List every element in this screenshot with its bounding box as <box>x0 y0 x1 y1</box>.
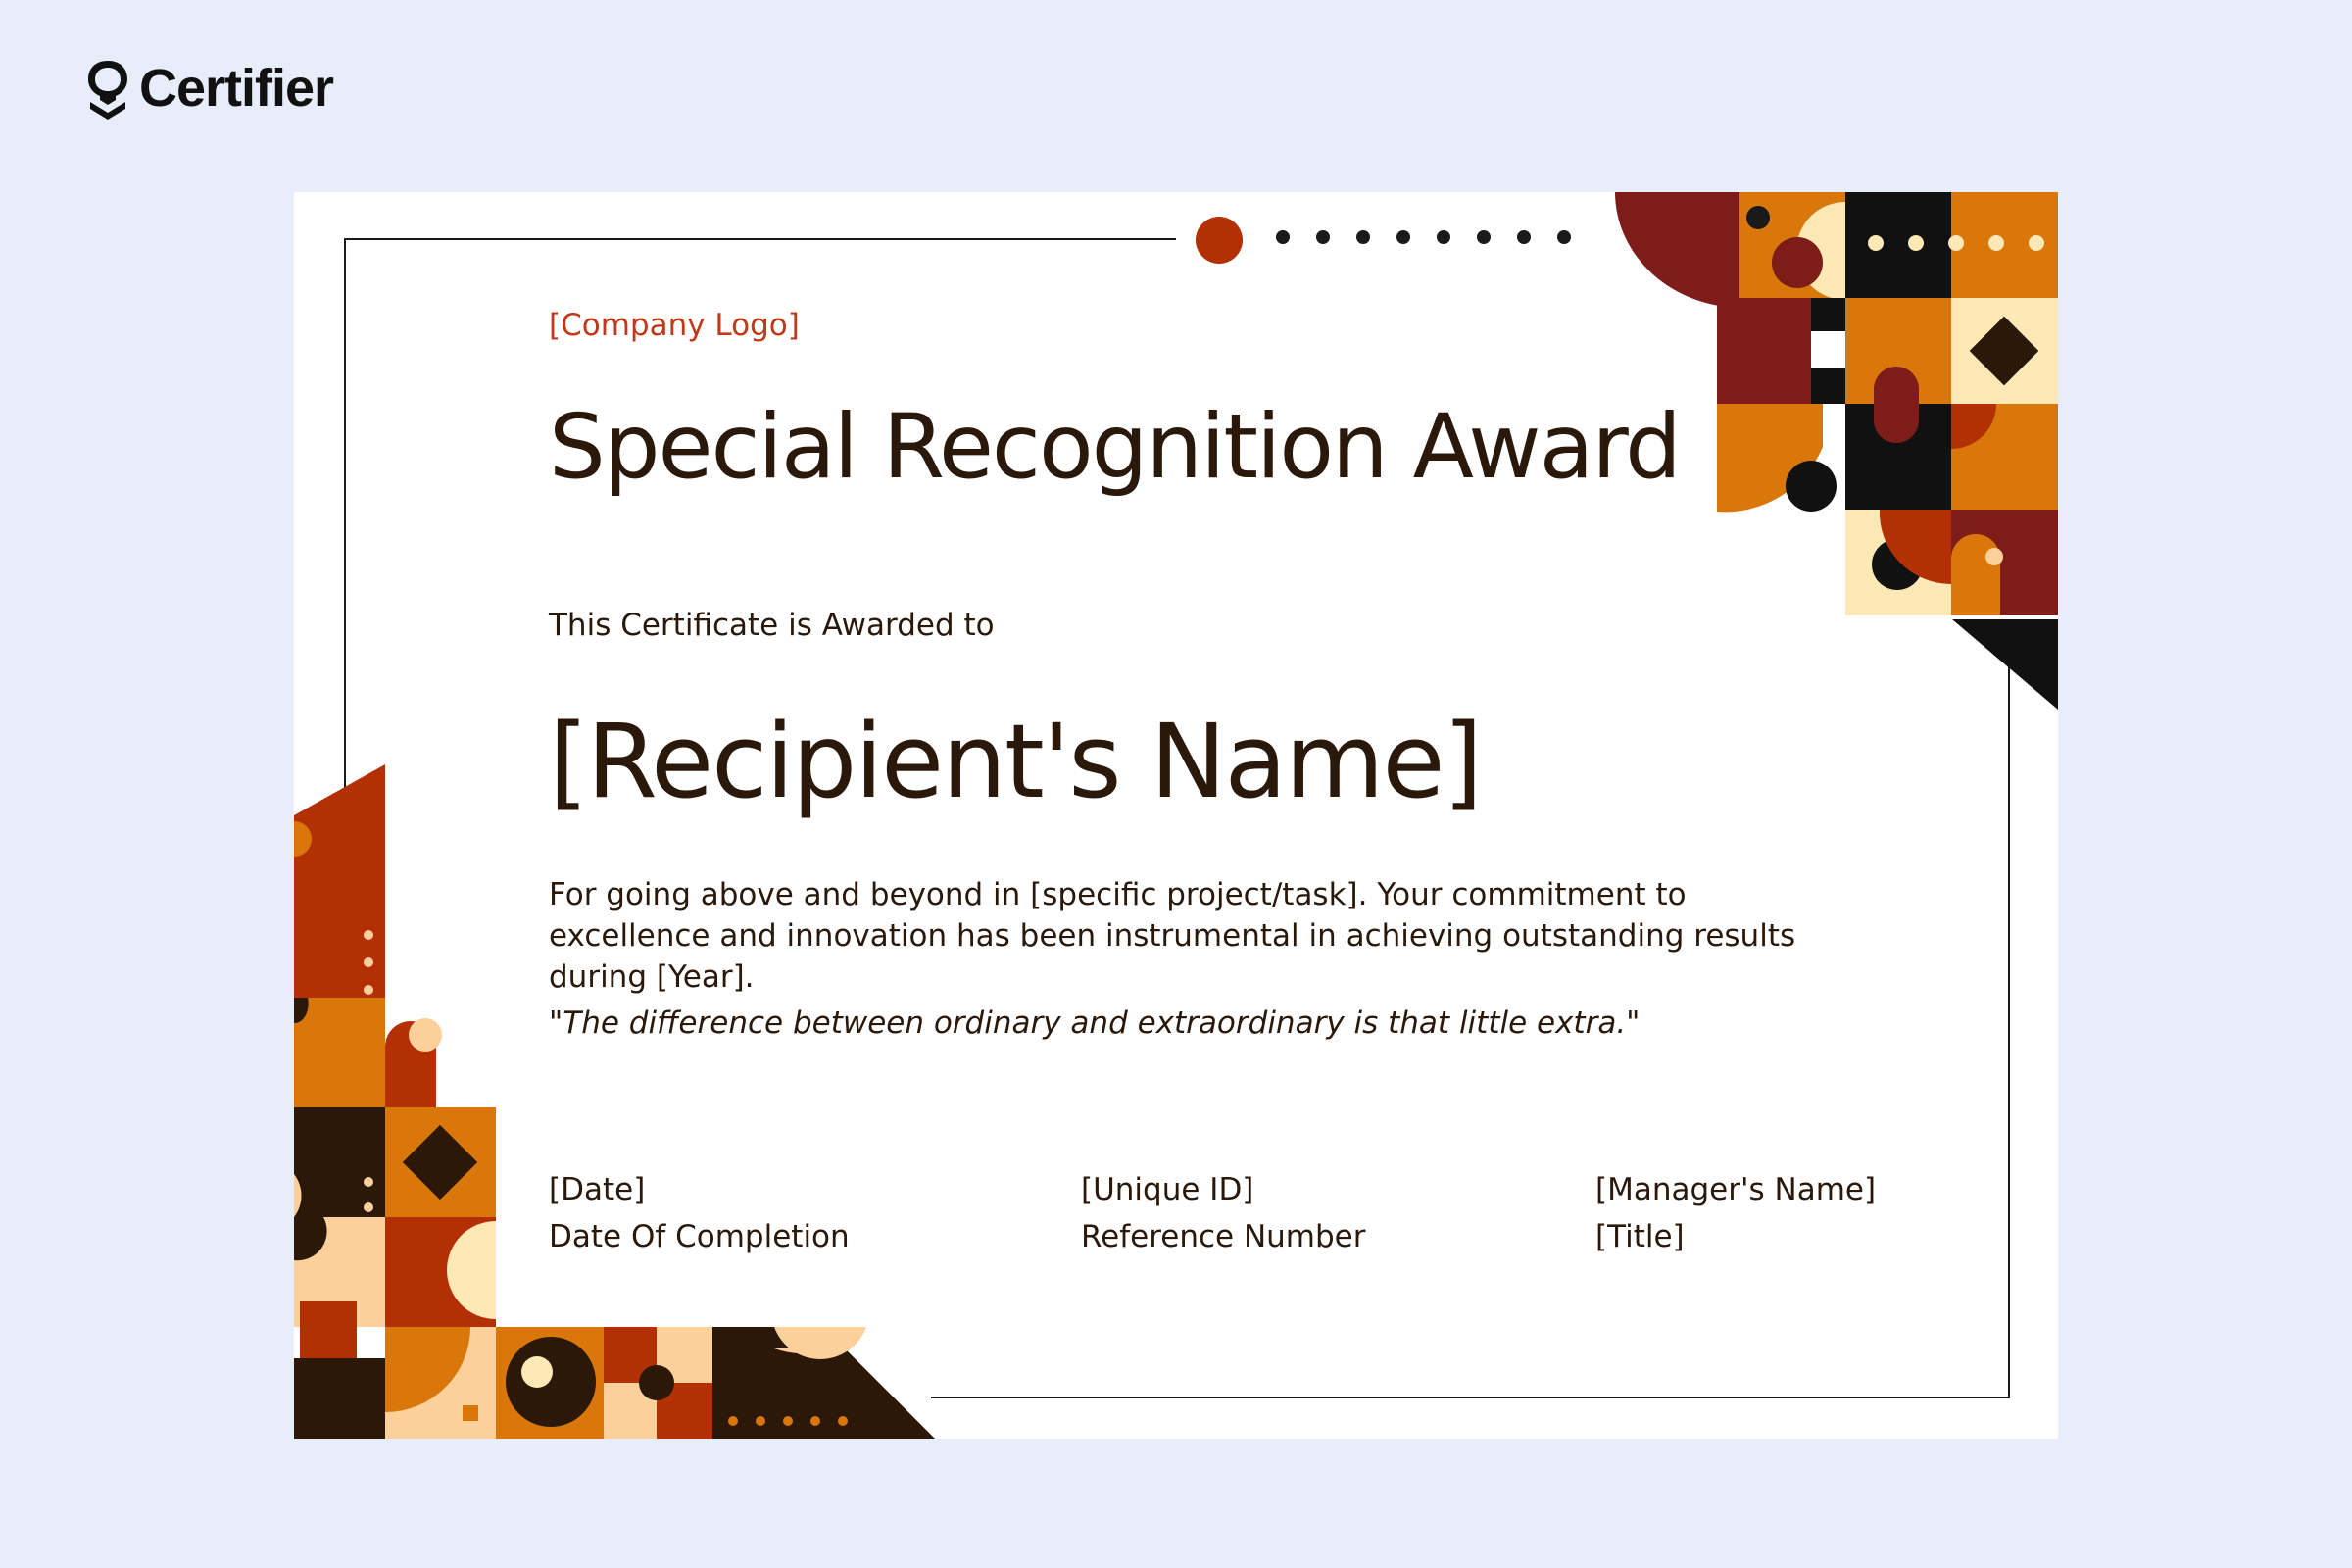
certificate-card: [Company Logo] Special Recognition Award… <box>294 192 2058 1439</box>
unique-id-value: [Unique ID] <box>1081 1172 1254 1207</box>
reference-number-label: Reference Number <box>1081 1219 1366 1254</box>
awarded-to-text: This Certificate is Awarded to <box>549 608 995 643</box>
date-value: [Date] <box>549 1172 646 1207</box>
award-description: For going above and beyond in [specific … <box>549 877 1796 995</box>
date-signature-block: [Date] Date Of Completion <box>549 1172 850 1254</box>
date-label: Date Of Completion <box>549 1219 850 1254</box>
manager-title-label: [Title] <box>1595 1219 1685 1254</box>
certifier-brand: Certifier <box>84 57 334 120</box>
brand-name: Certifier <box>139 59 334 118</box>
certifier-logo-icon <box>88 61 127 120</box>
manager-name-value: [Manager's Name] <box>1595 1172 1877 1207</box>
reference-signature-block: [Unique ID] Reference Number <box>1081 1172 1366 1254</box>
recipient-name: [Recipient's Name] <box>549 702 1483 821</box>
manager-signature-block: [Manager's Name] [Title] <box>1595 1172 1876 1254</box>
award-quote: "The difference between ordinary and ext… <box>549 1005 1641 1041</box>
certificate-title: Special Recognition Award <box>549 396 1682 499</box>
company-logo-placeholder: [Company Logo] <box>549 308 800 343</box>
